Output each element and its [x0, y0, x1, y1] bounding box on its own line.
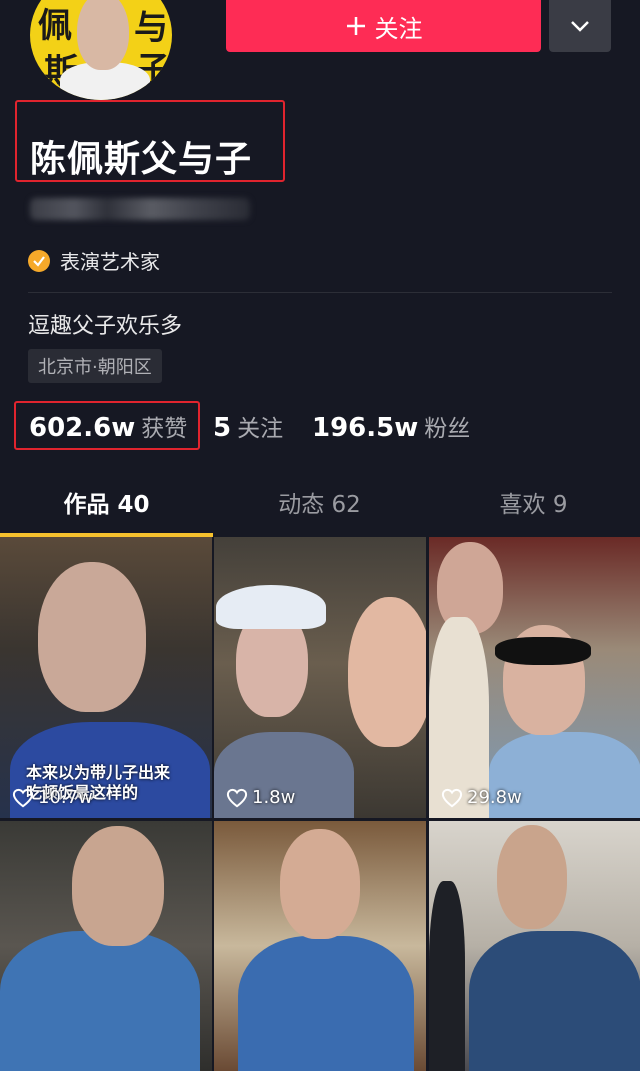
check-icon — [28, 249, 50, 272]
verified-badge: 表演艺术家 — [28, 246, 160, 275]
following-label: 关注 — [237, 416, 284, 442]
video-tile[interactable] — [214, 821, 426, 1071]
verified-label: 表演艺术家 — [60, 250, 160, 274]
blurred-account-id — [30, 198, 250, 220]
bio: 逗趣父子欢乐多 — [28, 314, 183, 339]
followers-count: 196.5w — [312, 413, 419, 443]
divider — [28, 292, 612, 293]
following-count: 5 — [213, 413, 232, 443]
heart-icon — [226, 788, 248, 807]
avatar-char: 佩 — [38, 6, 72, 46]
video-tile[interactable]: 29.8w — [429, 537, 640, 818]
plus-icon — [346, 17, 365, 35]
heart-icon — [12, 788, 34, 807]
avatar-face — [77, 0, 129, 70]
likes-count: 29.8w — [467, 787, 522, 808]
video-likes: 1.8w — [226, 787, 295, 808]
video-tile[interactable]: 本来以为带儿子出来 吃顿饭是这样的 10.7w — [0, 537, 212, 818]
likes-count: 1.8w — [252, 787, 296, 808]
video-likes: 10.7w — [12, 787, 93, 808]
likes-count: 10.7w — [38, 787, 93, 808]
avatar[interactable]: 佩 斯 与 子 — [30, 0, 172, 100]
heart-icon — [441, 788, 463, 807]
follow-label: 关注 — [374, 14, 423, 43]
tab-works[interactable]: 作品 40 — [0, 485, 213, 519]
stat-likes: 602.6w 获赞 — [29, 409, 187, 443]
tab-liked[interactable]: 喜欢 9 — [427, 485, 640, 519]
video-tile[interactable] — [0, 821, 212, 1071]
more-button[interactable] — [549, 0, 611, 52]
location-tag[interactable]: 北京市·朝阳区 — [28, 349, 162, 383]
video-likes: 29.8w — [441, 787, 522, 808]
follow-button[interactable]: 关注 — [226, 0, 541, 52]
video-tile[interactable]: 1.8w — [214, 537, 426, 818]
tab-posts[interactable]: 动态 62 — [213, 485, 426, 519]
likes-count: 602.6w — [29, 413, 136, 443]
stat-following[interactable]: 5 关注 — [213, 409, 283, 443]
followers-label: 粉丝 — [424, 416, 471, 442]
chevron-down-icon — [571, 21, 589, 32]
video-tile[interactable] — [429, 821, 640, 1071]
likes-label: 获赞 — [141, 416, 188, 442]
stat-followers[interactable]: 196.5w 粉丝 — [312, 409, 470, 443]
profile-name: 陈佩斯父与子 — [30, 139, 253, 180]
